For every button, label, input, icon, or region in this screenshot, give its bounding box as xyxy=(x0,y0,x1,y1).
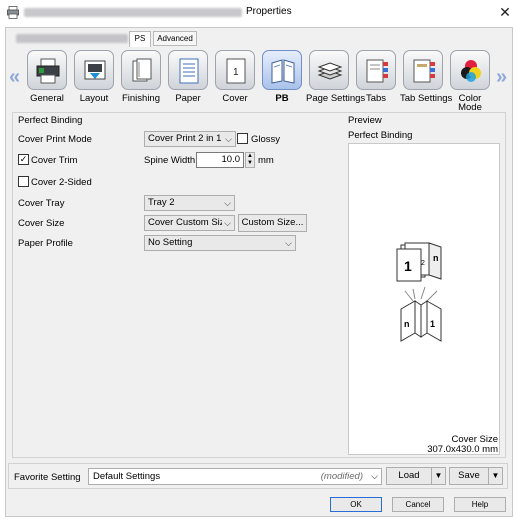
spine-width-input[interactable]: 10.0 xyxy=(196,152,244,168)
paper-profile-select[interactable]: No Setting ⌵ xyxy=(144,235,296,251)
perfect-binding-section-title: Perfect Binding xyxy=(18,115,83,126)
spine-width-stepper[interactable]: ▲ ▼ xyxy=(245,152,255,168)
svg-text:1: 1 xyxy=(233,67,239,78)
cover-tray-select[interactable]: Tray 2 ⌵ xyxy=(144,195,235,211)
spine-width-label: Spine Width xyxy=(144,155,196,166)
ok-button[interactable]: OK xyxy=(330,497,382,512)
nav-label: Cover xyxy=(222,93,248,104)
cover-print-mode-label: Cover Print Mode xyxy=(18,134,92,145)
preview-cover-size-value: 307.0x430.0 mm xyxy=(427,444,498,455)
custom-size-button[interactable]: Custom Size... xyxy=(238,214,307,232)
nav-label-color-mode: Color Mode xyxy=(458,93,482,113)
nav-tabs[interactable]: Tabs xyxy=(353,50,399,108)
preview-area: 1 2 n n 1 xyxy=(348,143,500,455)
svg-text:1: 1 xyxy=(404,258,412,274)
nav-tab-settings[interactable]: Tab Settings xyxy=(400,50,453,108)
close-window-button[interactable]: ✕ xyxy=(496,2,514,22)
nav-label: Finishing xyxy=(121,93,161,104)
chevron-down-icon: ⌵ xyxy=(225,134,232,144)
cover-2sided-label: Cover 2-Sided xyxy=(31,177,92,188)
favorite-setting-label: Favorite Setting xyxy=(14,472,81,483)
glossy-checkbox[interactable] xyxy=(237,133,248,144)
chevron-down-icon: ⌵ xyxy=(222,216,231,230)
perfect-binding-preview-image: 1 2 n n 1 xyxy=(396,242,442,342)
cover-print-mode-select[interactable]: Cover Print 2 in 1 ⌵ xyxy=(144,131,236,147)
nav-paper[interactable]: Paper xyxy=(165,50,211,108)
cover-size-label: Cover Size xyxy=(18,218,65,229)
tabs-icon xyxy=(356,50,396,90)
paper-profile-label: Paper Profile xyxy=(18,238,73,249)
nav-pb[interactable]: PB xyxy=(259,50,305,108)
nav-finishing[interactable]: Finishing xyxy=(118,50,164,108)
paper-icon xyxy=(168,50,208,90)
perfect-binding-icon xyxy=(262,50,302,90)
tab-redacted xyxy=(16,34,128,43)
printer-app-icon xyxy=(7,6,19,19)
tab-ps[interactable]: PS xyxy=(129,31,151,47)
svg-text:2: 2 xyxy=(421,260,425,267)
load-split-button[interactable]: Load ▼ xyxy=(386,467,446,485)
svg-text:n: n xyxy=(433,253,439,263)
svg-text:n: n xyxy=(404,319,410,329)
nav-page-settings[interactable]: Page Settings xyxy=(306,50,366,108)
nav-label: General xyxy=(30,93,64,104)
preview-section-title: Preview xyxy=(348,115,382,126)
nav-cover[interactable]: 1 Cover xyxy=(212,50,258,108)
spine-width-unit: mm xyxy=(258,155,274,166)
cover-2sided-checkbox[interactable] xyxy=(18,176,29,187)
nav-label: Paper xyxy=(175,93,201,104)
load-button[interactable]: Load xyxy=(387,468,431,484)
save-dropdown-icon[interactable]: ▼ xyxy=(488,468,502,484)
cover-icon: 1 xyxy=(215,50,255,90)
chevron-down-icon: ⌵ xyxy=(371,471,378,481)
chevron-down-icon: ⌵ xyxy=(285,238,292,248)
nav-label: Layout xyxy=(79,93,109,104)
nav-label: Page Settings xyxy=(306,93,366,104)
save-split-button[interactable]: Save ▼ xyxy=(449,467,503,485)
glossy-label: Glossy xyxy=(251,134,281,145)
nav-general[interactable]: General xyxy=(24,50,70,108)
window-title: Properties xyxy=(246,6,292,17)
cover-size-select[interactable]: Cover Custom Size ⌵ xyxy=(144,215,235,231)
printer-icon xyxy=(27,50,67,90)
scroll-left-icon[interactable]: « xyxy=(9,66,20,89)
nav-label: PB xyxy=(275,93,289,104)
load-dropdown-icon[interactable]: ▼ xyxy=(431,468,445,484)
cover-trim-checkbox[interactable]: ✓ xyxy=(18,154,29,165)
tab-settings-icon xyxy=(403,50,443,90)
chevron-down-icon: ⌵ xyxy=(224,198,231,208)
help-button[interactable]: Help xyxy=(454,497,506,512)
cover-tray-label: Cover Tray xyxy=(18,198,65,209)
tab-advanced[interactable]: Advanced xyxy=(153,31,197,46)
nav-label: Tabs xyxy=(365,93,387,104)
nav-label: Tab Settings xyxy=(400,93,453,104)
color-mode-icon xyxy=(450,50,490,90)
cancel-button[interactable]: Cancel xyxy=(392,497,444,512)
finishing-icon xyxy=(121,50,161,90)
layout-icon xyxy=(74,50,114,90)
nav-color-mode[interactable]: Color Mode xyxy=(447,50,493,112)
preview-subtitle: Perfect Binding xyxy=(348,130,413,141)
save-button[interactable]: Save xyxy=(450,468,488,484)
nav-layout[interactable]: Layout xyxy=(71,50,117,108)
page-settings-icon xyxy=(309,50,349,90)
svg-text:1: 1 xyxy=(430,319,435,329)
scroll-right-icon[interactable]: » xyxy=(496,66,507,89)
printer-name-redacted xyxy=(24,8,242,17)
cover-trim-label: Cover Trim xyxy=(31,155,78,166)
favorite-setting-select[interactable]: Default Settings (modified) ⌵ xyxy=(88,468,382,485)
